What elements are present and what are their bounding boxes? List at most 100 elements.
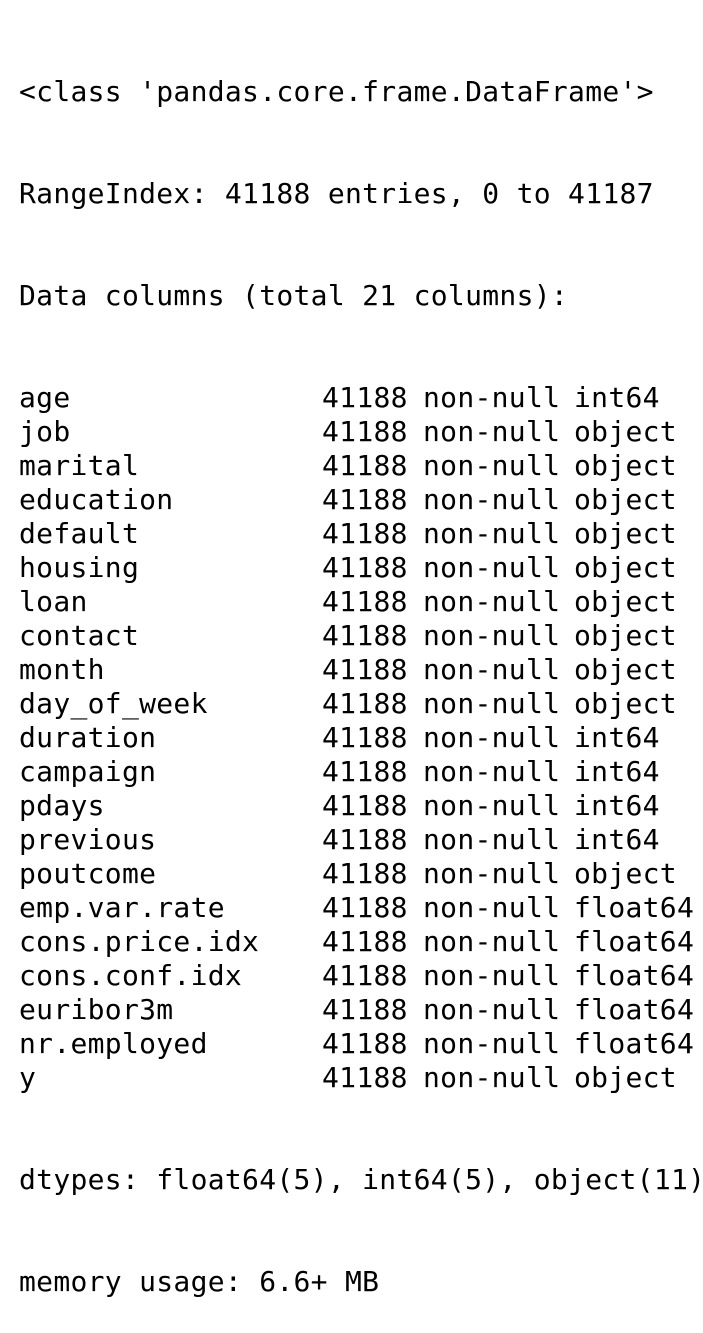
null-status: non-null: [423, 857, 561, 890]
column-row: job 41188 non-null object: [19, 415, 699, 449]
null-status: non-null: [423, 823, 561, 856]
null-status: non-null: [423, 721, 561, 754]
column-row: housing 41188 non-null object: [19, 551, 699, 585]
column-row: duration 41188 non-null int64: [19, 721, 699, 755]
column-dtype: int64: [574, 381, 660, 414]
column-row: nr.employed 41188 non-null float64: [19, 1027, 699, 1061]
null-status: non-null: [423, 789, 561, 822]
column-name: poutcome: [19, 857, 157, 890]
column-row: contact 41188 non-null object: [19, 619, 699, 653]
null-status: non-null: [423, 415, 561, 448]
column-row: campaign 41188 non-null int64: [19, 755, 699, 789]
column-dtype: object: [574, 551, 677, 584]
non-null-count: 41188: [322, 755, 408, 788]
column-name: marital: [19, 449, 140, 482]
column-name: pdays: [19, 789, 105, 822]
column-name: euribor3m: [19, 993, 174, 1026]
column-name: previous: [19, 823, 157, 856]
column-dtype: float64: [574, 925, 695, 958]
column-dtype: float64: [574, 1027, 695, 1060]
column-name: contact: [19, 619, 140, 652]
column-dtype: object: [574, 415, 677, 448]
column-dtype: object: [574, 449, 677, 482]
null-status: non-null: [423, 1027, 561, 1060]
null-status: non-null: [423, 959, 561, 992]
column-row: default 41188 non-null object: [19, 517, 699, 551]
column-row: day_of_week 41188 non-null object: [19, 687, 699, 721]
class-line: <class 'pandas.core.frame.DataFrame'>: [19, 75, 654, 108]
column-dtype: object: [574, 585, 677, 618]
column-name: job: [19, 415, 71, 448]
non-null-count: 41188: [322, 687, 408, 720]
non-null-count: 41188: [322, 721, 408, 754]
null-status: non-null: [423, 517, 561, 550]
column-name: month: [19, 653, 105, 686]
non-null-count: 41188: [322, 517, 408, 550]
column-dtype: int64: [574, 721, 660, 754]
non-null-count: 41188: [322, 415, 408, 448]
column-list: age 41188 non-null int64 job 41188 non-null obj…: [19, 381, 699, 1095]
column-name: loan: [19, 585, 88, 618]
non-null-count: 41188: [322, 993, 408, 1026]
column-dtype: float64: [574, 993, 695, 1026]
null-status: non-null: [423, 653, 561, 686]
column-row: month 41188 non-null object: [19, 653, 699, 687]
column-name: emp.var.rate: [19, 891, 225, 924]
null-status: non-null: [423, 449, 561, 482]
non-null-count: 41188: [322, 653, 408, 686]
column-row: pdays 41188 non-null int64: [19, 789, 699, 823]
non-null-count: 41188: [322, 551, 408, 584]
non-null-count: 41188: [322, 823, 408, 856]
column-dtype: object: [574, 483, 677, 516]
column-row: education 41188 non-null object: [19, 483, 699, 517]
non-null-count: 41188: [322, 857, 408, 890]
column-row: y 41188 non-null object: [19, 1061, 699, 1095]
column-name: cons.conf.idx: [19, 959, 243, 992]
column-name: cons.price.idx: [19, 925, 260, 958]
column-dtype: object: [574, 1061, 677, 1094]
dataframe-info-output: <class 'pandas.core.frame.DataFrame'> Ra…: [19, 7, 703, 1333]
column-name: nr.employed: [19, 1027, 208, 1060]
null-status: non-null: [423, 993, 561, 1026]
column-dtype: object: [574, 687, 677, 720]
non-null-count: 41188: [322, 925, 408, 958]
column-name: housing: [19, 551, 140, 584]
column-dtype: float64: [574, 959, 695, 992]
non-null-count: 41188: [322, 381, 408, 414]
null-status: non-null: [423, 483, 561, 516]
column-row: euribor3m 41188 non-null float64: [19, 993, 699, 1027]
column-row: previous 41188 non-null int64: [19, 823, 699, 857]
column-name: day_of_week: [19, 687, 208, 720]
column-dtype: float64: [574, 891, 695, 924]
column-name: education: [19, 483, 174, 516]
null-status: non-null: [423, 585, 561, 618]
null-status: non-null: [423, 381, 561, 414]
column-row: cons.price.idx 41188 non-null float64: [19, 925, 699, 959]
non-null-count: 41188: [322, 891, 408, 924]
column-row: loan 41188 non-null object: [19, 585, 699, 619]
non-null-count: 41188: [322, 789, 408, 822]
column-dtype: int64: [574, 823, 660, 856]
null-status: non-null: [423, 891, 561, 924]
column-dtype: int64: [574, 755, 660, 788]
column-row: poutcome 41188 non-null object: [19, 857, 699, 891]
non-null-count: 41188: [322, 1027, 408, 1060]
null-status: non-null: [423, 925, 561, 958]
non-null-count: 41188: [322, 585, 408, 618]
null-status: non-null: [423, 619, 561, 652]
column-dtype: object: [574, 619, 677, 652]
dtypes-line: dtypes: float64(5), int64(5), object(11): [19, 1163, 703, 1196]
null-status: non-null: [423, 687, 561, 720]
column-row: emp.var.rate 41188 non-null float64: [19, 891, 699, 925]
non-null-count: 41188: [322, 619, 408, 652]
null-status: non-null: [423, 551, 561, 584]
column-name: age: [19, 381, 71, 414]
column-dtype: object: [574, 857, 677, 890]
column-name: default: [19, 517, 140, 550]
data-columns-line: Data columns (total 21 columns):: [19, 279, 569, 312]
non-null-count: 41188: [322, 1061, 408, 1094]
range-index-line: RangeIndex: 41188 entries, 0 to 41187: [19, 177, 654, 210]
column-name: campaign: [19, 755, 157, 788]
memory-usage-line: memory usage: 6.6+ MB: [19, 1265, 380, 1298]
column-dtype: object: [574, 653, 677, 686]
